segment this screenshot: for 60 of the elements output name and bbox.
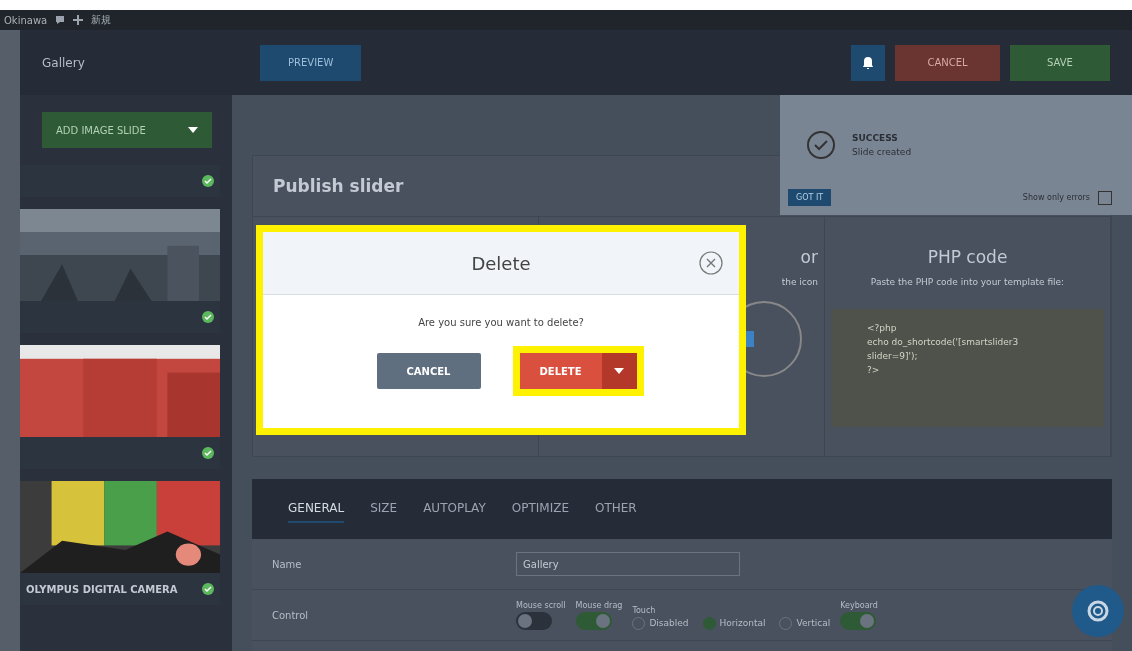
column-subtitle: the icon	[781, 277, 818, 287]
check-circle-icon	[806, 130, 836, 160]
comment-icon[interactable]	[55, 15, 66, 25]
checkbox[interactable]	[1098, 190, 1112, 205]
column-title: or	[800, 247, 818, 267]
admin-bar-item[interactable]: Okinawa	[4, 14, 48, 26]
notification-title: SUCCESS	[852, 133, 899, 143]
cancel-button[interactable]: CANCEL	[895, 44, 1000, 81]
save-button[interactable]: SAVE	[1010, 44, 1110, 81]
dialog-title: Delete	[471, 252, 531, 274]
check-icon	[202, 583, 214, 595]
add-slide-button[interactable]: ADD IMAGE SLIDE	[42, 112, 212, 148]
code-line: slider=9]');	[867, 351, 919, 361]
lifebuoy-icon	[1086, 599, 1110, 623]
cancel-button[interactable]: CANCEL	[376, 353, 481, 389]
check-icon	[202, 311, 214, 323]
code-line: ?>	[867, 365, 881, 375]
caret-icon	[614, 368, 624, 374]
code-line: echo do_shortcode('[smartslider3	[867, 337, 1020, 347]
toggle-switch[interactable]	[516, 611, 552, 630]
tab[interactable]: GENERAL	[288, 495, 345, 523]
notification-message: Slide created	[852, 147, 912, 157]
preview-button[interactable]: PREVIEW	[260, 44, 362, 81]
admin-bar-item[interactable]: 新規	[91, 13, 112, 27]
toggle-switch[interactable]	[575, 611, 612, 630]
toggle-switch[interactable]	[840, 611, 877, 630]
tab[interactable]: OPTIMIZE	[511, 495, 569, 523]
check-icon	[202, 447, 214, 459]
code-line: <?php	[867, 323, 898, 333]
tab[interactable]: OTHER	[595, 495, 637, 523]
tab[interactable]: SIZE	[370, 495, 398, 523]
slide-card[interactable]: OLYMPUS DIGITAL CAMERA	[20, 481, 220, 605]
field-label: Control	[271, 609, 310, 621]
tab[interactable]: AUTOPLAY	[423, 495, 486, 523]
radio-option[interactable]: Horizontal	[702, 616, 766, 630]
field-label: Name	[271, 558, 303, 570]
slide-caption: OLYMPUS DIGITAL CAMERA	[26, 583, 178, 595]
dropdown-button[interactable]	[601, 353, 637, 389]
panel-title: Publish slider	[273, 176, 404, 196]
close-icon[interactable]	[699, 251, 723, 275]
filter-label: Show only errors	[1022, 193, 1090, 202]
slide-card[interactable]	[20, 345, 220, 469]
radio-option[interactable]: Vertical	[779, 616, 831, 630]
control-label: Touch	[632, 605, 657, 615]
delete-button[interactable]: DELETE	[519, 353, 602, 389]
slider-title: Gallery	[42, 55, 85, 70]
got-it-button[interactable]: GOT IT	[788, 189, 832, 206]
dialog-message: Are you sure you want to delete?	[418, 317, 584, 328]
name-field[interactable]: Gallery	[516, 552, 740, 576]
control-label: Mouse drag	[575, 600, 623, 610]
control-label: Mouse scroll	[516, 600, 566, 610]
column-subtitle: Paste the PHP code into your template file:	[870, 277, 1065, 287]
control-label: Keyboard	[840, 600, 878, 610]
caret-icon	[188, 127, 198, 133]
check-icon	[202, 175, 214, 187]
radio-option[interactable]: Disabled	[632, 616, 689, 630]
column-title: PHP code	[927, 247, 1008, 267]
bell-button[interactable]	[851, 44, 885, 81]
plus-icon[interactable]	[73, 15, 84, 25]
bell-icon	[863, 56, 873, 69]
